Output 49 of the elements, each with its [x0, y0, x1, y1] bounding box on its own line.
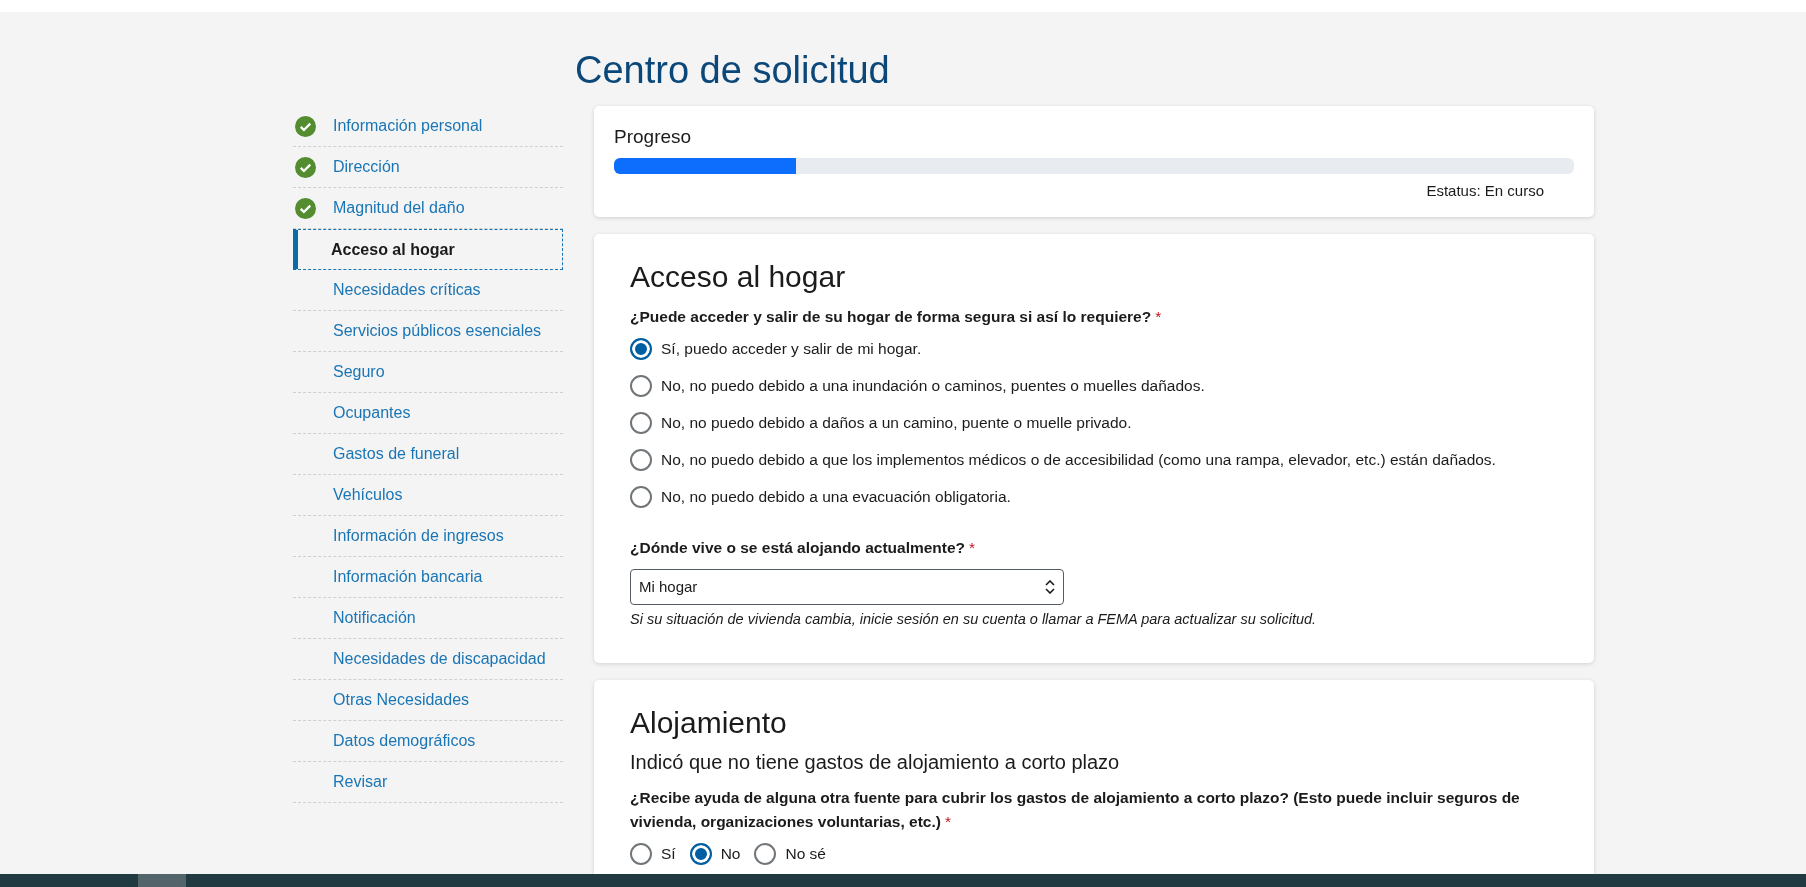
- radio-button[interactable]: [630, 485, 652, 508]
- radio-button[interactable]: [754, 843, 777, 866]
- sidebar-item[interactable]: Servicios públicos esenciales: [293, 311, 563, 352]
- page-title: Centro de solicitud: [575, 51, 891, 93]
- check-circle-icon: [295, 157, 316, 178]
- sidebar-item[interactable]: Revisar: [293, 762, 563, 803]
- sidebar-item[interactable]: Información bancaria: [293, 557, 563, 598]
- status-text: Estatus: En curso: [1425, 182, 1545, 199]
- radio-button[interactable]: [630, 337, 652, 360]
- sidebar-item[interactable]: Seguro: [293, 352, 563, 393]
- progress-title: Progreso: [614, 126, 693, 148]
- sidebar-item[interactable]: Información de ingresos: [293, 516, 563, 557]
- question-label: ¿Dónde vive o se está alojando actualmente? *: [630, 537, 977, 558]
- sidebar-item[interactable]: Necesidades críticas: [293, 270, 563, 311]
- section-heading: Alojamiento: [630, 705, 788, 739]
- help-text: Si su situación de vivienda cambia, inicie sesión en su cuenta o llamar a FEMA para actualizar su solicitud.: [630, 610, 1318, 627]
- sidebar-item[interactable]: Información personal: [293, 106, 563, 147]
- sidebar-item[interactable]: Notificación: [293, 598, 563, 639]
- section-heading: Acceso al hogar: [630, 260, 847, 293]
- radio-button[interactable]: [689, 843, 712, 866]
- radio-option[interactable]: No: [689, 843, 741, 866]
- radio-button[interactable]: [630, 448, 652, 471]
- radio-option[interactable]: No, no puedo debido a una evacuación obligatoria.: [630, 485, 1558, 508]
- select-field[interactable]: Mi hogar: [630, 568, 1064, 605]
- radio-option[interactable]: Sí, puedo acceder y salir de mi hogar.: [630, 337, 1558, 360]
- radio-option[interactable]: No, no puedo debido a que los implementos médicos o de accesibilidad (como una rampa, elevador, etc.) están dañados.: [630, 448, 1558, 471]
- radio-button[interactable]: [630, 411, 652, 434]
- question-label: ¿Recibe ayuda de alguna otra fuente para cubrir los gastos de alojamiento a corto plazo? (Esto puede incluir seguros de vivienda, organizaciones voluntarias, etc.) *: [630, 787, 1521, 833]
- section-subtitle: Indicó que no tiene gastos de alojamiento a corto plazo: [630, 750, 1121, 774]
- radio-option[interactable]: No, no puedo debido a una inundación o caminos, puentes o muelles dañados.: [630, 374, 1558, 397]
- check-circle-icon: [295, 198, 316, 219]
- sidebar-item[interactable]: Acceso al hogar: [293, 229, 563, 270]
- bar-segment: [138, 874, 186, 887]
- sidebar-item[interactable]: Gastos de funeral: [293, 434, 563, 475]
- radio-button[interactable]: [630, 843, 652, 866]
- sidebar-item[interactable]: Magnitud del daño: [293, 188, 563, 229]
- sidebar-item[interactable]: Necesidades de discapacidad: [293, 639, 563, 680]
- radio-option[interactable]: No sé: [754, 843, 826, 866]
- radio-option[interactable]: Sí: [630, 843, 676, 866]
- radio-option[interactable]: No, no puedo debido a daños a un camino, puente o muelle privado.: [630, 411, 1558, 434]
- sidebar-item[interactable]: Vehículos: [293, 475, 563, 516]
- sidebar-item[interactable]: Datos demográficos: [293, 721, 563, 762]
- sidebar-item[interactable]: Dirección: [293, 147, 563, 188]
- question-label: ¿Puede acceder y salir de su hogar de forma segura si así lo requiere? *: [630, 307, 1163, 327]
- sidebar-item[interactable]: Ocupantes: [293, 393, 563, 434]
- up-down-caret-icon: [1045, 579, 1055, 594]
- check-circle-icon: [295, 116, 316, 137]
- radio-button[interactable]: [630, 374, 652, 397]
- sidebar-item[interactable]: Otras Necesidades: [293, 680, 563, 721]
